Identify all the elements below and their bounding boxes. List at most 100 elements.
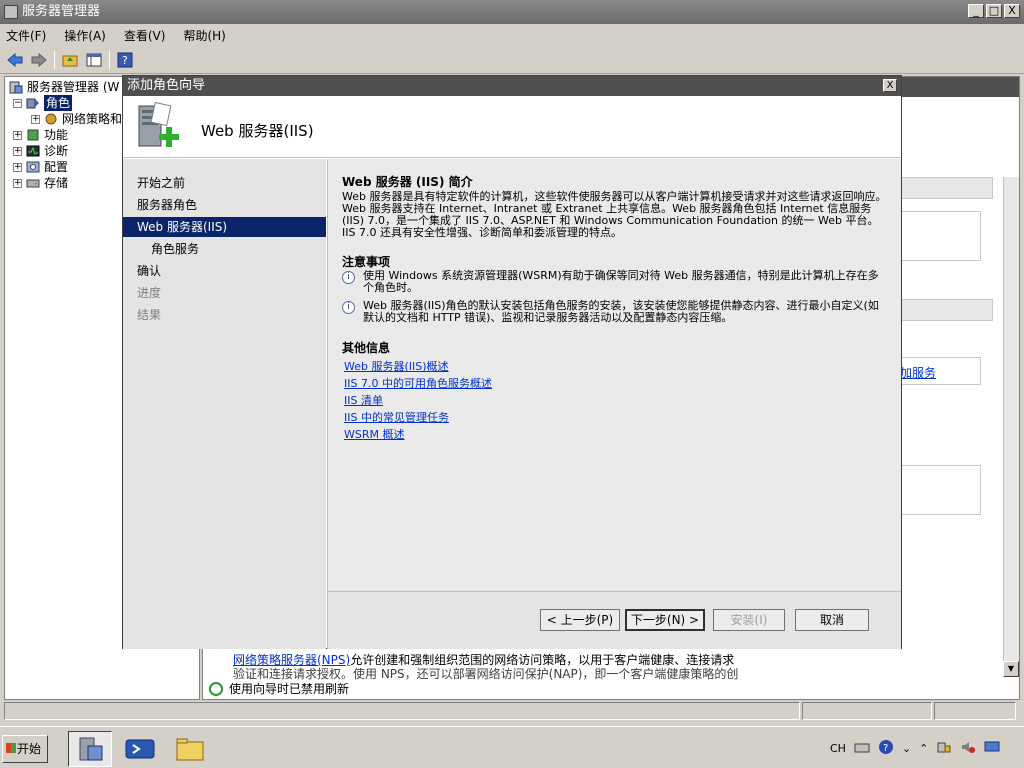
details-box: 加服务 <box>899 357 981 385</box>
link-role-services-overview[interactable]: IIS 7.0 中的可用角色服务概述 <box>344 375 492 391</box>
add-roles-wizard: 添加角色向导 X Web 服务器(IIS) 开始之前 服务器角色 Web 服务器… <box>122 75 902 649</box>
keyboard-icon[interactable] <box>854 740 870 757</box>
tree-item-config[interactable]: + 配置 <box>13 159 68 175</box>
speaker-muted-icon[interactable] <box>960 740 976 757</box>
details-scrollbar[interactable]: ▼ <box>1003 177 1019 677</box>
collapse-icon[interactable]: − <box>13 98 22 108</box>
add-service-link[interactable]: 加服务 <box>900 364 936 381</box>
nav-role-services[interactable]: 角色服务 <box>123 239 326 259</box>
help-icon[interactable]: ? <box>878 739 894 758</box>
link-iis-checklist[interactable]: IIS 清单 <box>344 392 383 408</box>
start-label: 开始 <box>17 742 42 756</box>
nps-icon <box>44 112 58 126</box>
expand-icon[interactable]: + <box>13 162 22 172</box>
back-button[interactable]: < 上一步(P) <box>540 609 620 631</box>
main-window-title: 服务器管理器 <box>22 4 101 19</box>
system-tray: CH ? ⌄ ⌃ <box>830 733 1000 763</box>
svg-text:?: ? <box>122 54 128 67</box>
nav-server-roles[interactable]: 服务器角色 <box>123 195 326 215</box>
nps-link[interactable]: 网络策略服务器(NPS) <box>233 653 350 667</box>
tree-item-config-label: 配置 <box>44 160 69 174</box>
taskbar-explorer[interactable] <box>168 731 212 767</box>
note-item: i 使用 Windows 系统资源管理器(WSRM)有助于确保等同对待 Web … <box>342 270 887 294</box>
status-cell <box>802 702 932 720</box>
help-icon[interactable]: ? <box>116 51 134 69</box>
storage-icon <box>26 176 40 190</box>
install-button: 安装(I) <box>713 609 785 631</box>
intro-text: Web 服务器是具有特定软件的计算机，这些软件使服务器可以从客户端计算机接受请求… <box>342 190 887 239</box>
up-folder-icon[interactable] <box>61 51 79 69</box>
scroll-down-icon[interactable]: ▼ <box>1003 661 1019 677</box>
info-icon: i <box>342 271 355 284</box>
maximize-button[interactable]: □ <box>986 4 1002 18</box>
wizard-close-button[interactable]: X <box>883 79 897 92</box>
features-icon <box>26 128 40 142</box>
expand-icon[interactable]: + <box>13 146 22 156</box>
expand-icon[interactable]: + <box>31 114 40 124</box>
options-icon[interactable]: ⌄ <box>902 742 911 755</box>
tree-item-roles[interactable]: − 角色 <box>13 95 73 111</box>
link-wsrm-overview[interactable]: WSRM 概述 <box>344 426 405 442</box>
refresh-icon <box>209 681 223 696</box>
tree-item-nps[interactable]: + 网络策略和 <box>31 111 122 127</box>
network-icon[interactable] <box>936 740 952 757</box>
details-box <box>899 211 981 261</box>
wizard-footer: < 上一步(P) 下一步(N) > 安装(I) 取消 <box>327 591 901 649</box>
info-title: 其他信息 <box>342 341 391 355</box>
nav-before-you-begin[interactable]: 开始之前 <box>123 173 326 193</box>
language-indicator[interactable]: CH <box>830 742 846 755</box>
nav-confirmation[interactable]: 确认 <box>123 261 326 281</box>
start-button[interactable]: 开始 <box>2 735 48 763</box>
refresh-status-text: 使用向导时已禁用刷新 <box>229 682 350 696</box>
link-iis-admin-tasks[interactable]: IIS 中的常见管理任务 <box>344 409 449 425</box>
status-bar <box>0 702 1024 722</box>
nav-progress: 进度 <box>137 286 162 300</box>
nav-web-server-iis[interactable]: Web 服务器(IIS) <box>123 217 326 237</box>
note-text: Web 服务器(IIS)角色的默认安装包括角色服务的安装，该安装使您能够提供静态… <box>363 299 879 324</box>
show-hidden-icons-icon[interactable]: ⌃ <box>919 742 928 755</box>
note-item: i Web 服务器(IIS)角色的默认安装包括角色服务的安装，该安装使您能够提供… <box>342 300 887 324</box>
menu-action[interactable]: 操作(A) <box>64 27 106 44</box>
link-iis-overview[interactable]: Web 服务器(IIS)概述 <box>344 358 449 374</box>
notes-title: 注意事项 <box>342 255 391 269</box>
svg-text:?: ? <box>883 743 888 754</box>
details-box <box>899 465 981 515</box>
taskbar-powershell[interactable] <box>118 731 162 767</box>
close-button[interactable]: X <box>1004 4 1020 18</box>
back-arrow-icon[interactable] <box>6 51 24 69</box>
details-section <box>899 299 993 321</box>
wizard-content: Web 服务器 (IIS) 简介 Web 服务器是具有特定软件的计算机，这些软件… <box>327 159 901 591</box>
menu-view[interactable]: 查看(V) <box>124 27 166 44</box>
minimize-button[interactable]: _ <box>968 4 984 18</box>
tree-item-nps-label: 网络策略和 <box>62 112 123 126</box>
details-section <box>899 177 993 199</box>
tree-item-diagnostics-label: 诊断 <box>44 144 69 158</box>
info-icon: i <box>342 301 355 314</box>
toolbar: ? <box>0 46 1024 74</box>
next-button[interactable]: 下一步(N) > <box>625 609 705 631</box>
tree-item-diagnostics[interactable]: + 诊断 <box>13 143 68 159</box>
tree-item-features-label: 功能 <box>44 128 69 142</box>
cancel-button[interactable]: 取消 <box>795 609 869 631</box>
menu-file[interactable]: 文件(F) <box>6 27 46 44</box>
tree-root[interactable]: 服务器管理器 (W <box>9 79 119 95</box>
expand-icon[interactable]: + <box>13 130 22 140</box>
diagnostics-icon <box>26 144 40 158</box>
forward-arrow-icon[interactable] <box>30 51 48 69</box>
nps-text-2: 验证和连接请求授权。使用 NPS，还可以部署网络访问保护(NAP)，即一个客户端… <box>233 667 739 681</box>
toolbar-separator <box>109 50 110 69</box>
tree-item-storage[interactable]: + 存储 <box>13 175 68 191</box>
main-title-bar: 服务器管理器 _ □ X <box>0 0 1024 24</box>
server-manager-icon <box>9 80 23 94</box>
menu-help[interactable]: 帮助(H) <box>183 27 225 44</box>
display-icon[interactable] <box>984 740 1000 757</box>
nps-text: 允许创建和强制组织范围的网络访问策略，以用于客户端健康、连接请求 <box>350 653 735 667</box>
taskbar-server-manager[interactable] <box>68 731 112 767</box>
expand-icon[interactable]: + <box>13 178 22 188</box>
note-text: 使用 Windows 系统资源管理器(WSRM)有助于确保等同对待 Web 服务… <box>363 269 879 294</box>
tree-item-features[interactable]: + 功能 <box>13 127 68 143</box>
config-icon <box>26 160 40 174</box>
status-cell <box>934 702 1016 720</box>
wizard-heading: Web 服务器(IIS) <box>201 122 314 140</box>
show-hide-tree-icon[interactable] <box>85 51 103 69</box>
